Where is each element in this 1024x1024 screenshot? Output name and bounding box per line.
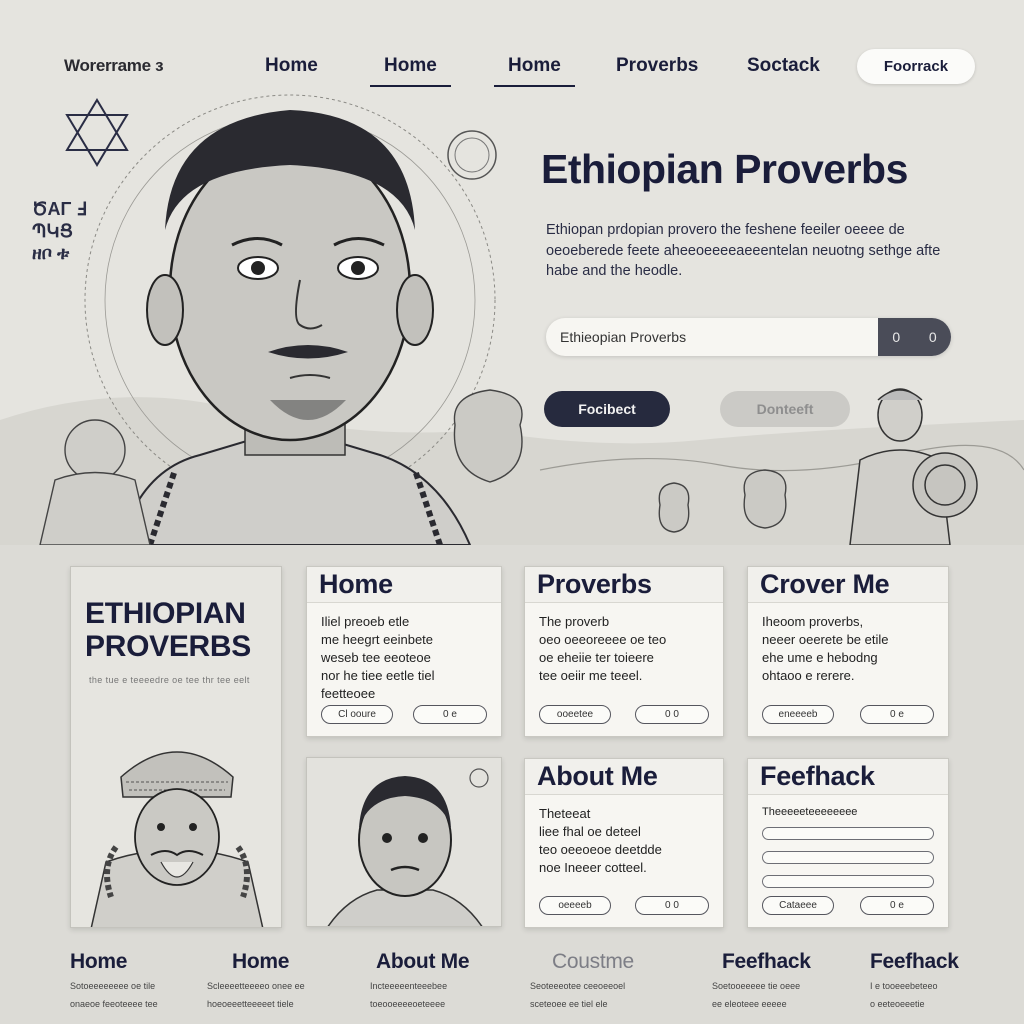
brand-logo[interactable]: Worerrame з: [64, 56, 164, 76]
card-title: Feefhack: [760, 761, 875, 791]
footer-text: Incteeeeenteeebee: [370, 981, 448, 991]
card-feedback: Feefhack Theeeeeteeeeeeee Cataeee 0 e: [747, 758, 949, 928]
feedback-message-field[interactable]: [762, 875, 934, 888]
side-script-text: ԾΑΓ Ⅎ ՊԿՑ ዘቦ ቱ: [32, 199, 87, 263]
footer-col-feedback-2: Feefhack I e tooeeebeteeo o eeteoeeetie: [870, 950, 1000, 1010]
card-left-button[interactable]: ooeetee: [539, 705, 611, 724]
poster-title: ETHIOPIAN PROVERBS: [85, 597, 251, 663]
card-left-button[interactable]: Cl ooure: [321, 705, 393, 724]
nav-link-home-2[interactable]: Home: [370, 55, 451, 87]
poster-card[interactable]: ETHIOPIAN PROVERBS the tue e teeeedre oe…: [70, 566, 282, 928]
card-right-button[interactable]: 0 0: [635, 705, 709, 724]
feedback-button[interactable]: Foorrack: [857, 49, 975, 84]
elder-illustration: [90, 751, 264, 927]
card-left-button[interactable]: Cataeee: [762, 896, 834, 915]
footer-heading[interactable]: Home: [207, 950, 347, 974]
poster-subtitle: the tue e teeeedre oe tee thr tee eelt: [89, 675, 250, 685]
card-proverbs: Proverbs The proverb oeo oeeoreeee oe te…: [524, 566, 724, 737]
footer-col-feedback-1: Feefhack Soetooeeeee tie oeee ee eleotee…: [712, 950, 852, 1010]
feedback-email-field[interactable]: [762, 851, 934, 864]
primary-action-button[interactable]: Focibect: [544, 391, 670, 427]
footer-col-about: About Me Incteeeeenteeebee toeooeeeeoete…: [370, 950, 510, 1010]
feedback-name-field[interactable]: [762, 827, 934, 840]
card-title: Home: [319, 569, 393, 599]
card-left-button[interactable]: oeeeeb: [539, 896, 611, 915]
footer-text: sceteoee ee tiel ele: [530, 999, 608, 1009]
portrait-illustration: [118, 110, 472, 545]
footer-text: hoeoeeetteeeeet tiele: [207, 999, 294, 1009]
footer-text: Seoteeeotee ceeoeeoel: [530, 981, 626, 991]
search-icon: 0: [892, 329, 901, 345]
footer-col-contact: Coustme Seoteeeotee ceeoeeoel sceteoee e…: [530, 950, 670, 1010]
card-right-button[interactable]: 0 e: [860, 705, 934, 724]
footer-text: toeooeeeeoeteeee: [370, 999, 446, 1009]
card-right-button[interactable]: 0 e: [413, 705, 487, 724]
nav-link-home-3[interactable]: Home: [494, 55, 575, 87]
card-title: Proverbs: [537, 569, 652, 599]
search-input[interactable]: [546, 318, 876, 356]
portrait-photo: [306, 757, 502, 927]
secondary-action-button[interactable]: Donteeft: [720, 391, 850, 427]
footer-text: Soetooeeeee tie oeee: [712, 981, 801, 991]
search-bar: 0 0: [546, 318, 951, 356]
card-body: Theeeeeteeeeeeee: [762, 806, 858, 818]
card-about-me: About Me Theteeat liee fhal oe deteel te…: [524, 758, 724, 928]
footer-heading[interactable]: Coustme: [530, 950, 670, 974]
young-man-illustration: [327, 768, 489, 926]
footer-heading[interactable]: Home: [70, 950, 210, 974]
footer-heading[interactable]: Feefhack: [870, 950, 1000, 974]
footer-heading[interactable]: Feefhack: [712, 950, 852, 974]
card-crover-me: Crover Me Iheoom proverbs, neeer oeerete…: [747, 566, 949, 737]
footer-text: Scleeeetteeeeo onee ee: [207, 981, 305, 991]
top-nav: Worerrame з Home Home Home Proverbs Soct…: [0, 44, 1024, 90]
nav-link-proverbs[interactable]: Proverbs: [616, 55, 698, 77]
card-title: About Me: [537, 761, 658, 791]
card-home: Home Iliel preoeb etle me heegrt eeinbet…: [306, 566, 502, 737]
hero-title: Ethiopian Proverbs: [541, 146, 908, 192]
footer-heading[interactable]: About Me: [370, 950, 510, 974]
card-right-button[interactable]: 0 e: [860, 896, 934, 915]
footer-text: o eeteoeeetie: [870, 999, 925, 1009]
footer-col-home-2: Home Scleeeetteeeeo onee ee hoeoeeetteee…: [207, 950, 347, 1010]
card-body: The proverb oeo oeeoreeee oe teo oe ehei…: [539, 614, 667, 683]
card-title: Crover Me: [760, 569, 890, 599]
hero-description: Ethiopan prdopian provero the feshene fe…: [546, 222, 941, 279]
hero-section: Worerrame з Home Home Home Proverbs Soct…: [0, 0, 1024, 545]
card-body: Theteeat liee fhal oe deteel teo oeeoeoe…: [539, 806, 662, 875]
card-body: Iliel preoeb etle me heegrt eeinbete wes…: [321, 614, 435, 701]
footer-text: ee eleoteee eeeee: [712, 999, 787, 1009]
star-icon: [65, 98, 129, 167]
card-right-button[interactable]: 0 0: [635, 896, 709, 915]
nav-link-home-1[interactable]: Home: [265, 55, 318, 77]
card-left-button[interactable]: eneeeeb: [762, 705, 834, 724]
search-button[interactable]: 0 0: [878, 318, 951, 356]
footer-text: I e tooeeebeteeo: [870, 981, 938, 991]
nav-link-soctack[interactable]: Soctack: [747, 55, 820, 77]
footer-text: Sotoeeeeeeee oe tile: [70, 981, 156, 991]
filter-icon: 0: [928, 329, 937, 345]
card-body: Iheoom proverbs, neeer oeerete be etile …: [762, 614, 889, 683]
footer-text: onaeoe feeoteeee tee: [70, 999, 158, 1009]
footer-col-home-1: Home Sotoeeeeeeee oe tile onaeoe feeotee…: [70, 950, 210, 1010]
